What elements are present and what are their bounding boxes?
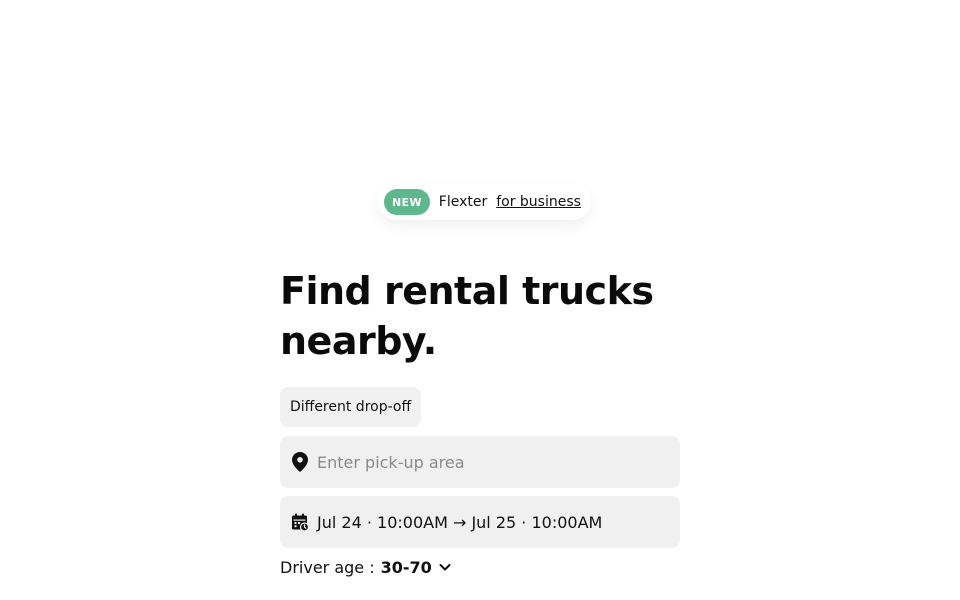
- page-title: Find rental trucks nearby.: [280, 269, 654, 363]
- chevron-down-icon: [438, 560, 452, 574]
- different-dropoff-toggle[interactable]: Different drop-off: [280, 387, 422, 427]
- promo-brand-text: Flexter: [438, 194, 488, 210]
- driver-age-selector[interactable]: Driver age : 30-70: [280, 556, 452, 578]
- page: NEW Flexter for business Find rental tru…: [0, 0, 960, 600]
- driver-age-value: 30-70: [380, 557, 432, 577]
- rental-dates-field[interactable]: Jul 24 · 10:00AM → Jul 25 · 10:00AM: [280, 496, 680, 548]
- new-badge: NEW: [384, 189, 430, 215]
- calendar-clock-icon: [290, 512, 310, 532]
- business-promo-pill[interactable]: NEW Flexter for business: [378, 184, 591, 220]
- pickup-area-input[interactable]: [317, 452, 657, 472]
- map-pin-icon: [290, 452, 310, 472]
- pickup-area-field[interactable]: [280, 436, 680, 488]
- driver-age-label: Driver age :: [280, 557, 375, 577]
- for-business-link[interactable]: for business: [496, 194, 581, 210]
- rental-dates-text: Jul 24 · 10:00AM → Jul 25 · 10:00AM: [317, 512, 603, 532]
